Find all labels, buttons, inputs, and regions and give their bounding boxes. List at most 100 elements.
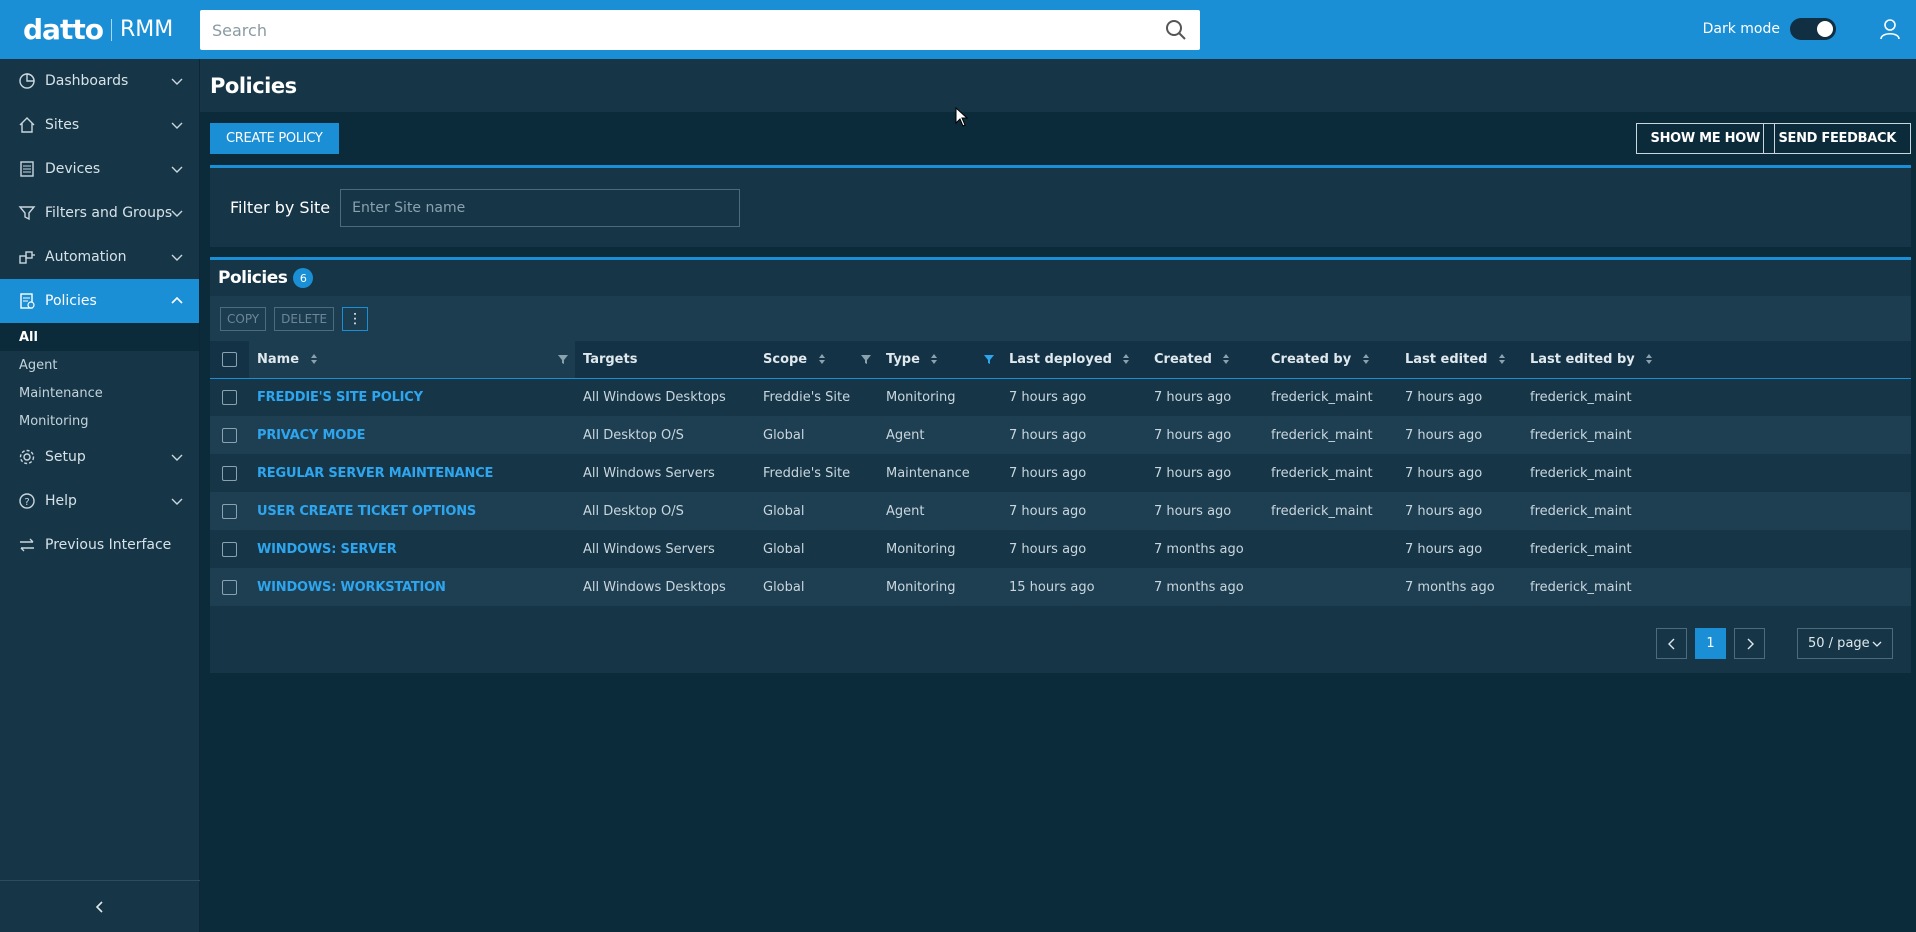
row-select-cell — [210, 416, 249, 454]
page-1-button[interactable]: 1 — [1695, 628, 1726, 659]
table-toolbar: COPY DELETE ⋮ — [210, 296, 1911, 341]
subnav-item-agent[interactable]: Agent — [0, 351, 199, 379]
user-icon[interactable] — [1878, 17, 1902, 41]
table-row[interactable]: WINDOWS: SERVER All Windows Servers Global… — [210, 530, 1911, 568]
policy-name-link[interactable]: WINDOWS: WORKSTATION — [249, 568, 575, 606]
sort-icon[interactable] — [310, 353, 318, 365]
sort-icon[interactable] — [1122, 353, 1130, 365]
subnav-item-monitoring[interactable]: Monitoring — [0, 407, 199, 435]
row-checkbox[interactable] — [222, 465, 237, 481]
sort-icon[interactable] — [1362, 353, 1370, 365]
pagination: 1 50 / page — [1656, 628, 1893, 659]
row-checkbox[interactable] — [222, 541, 237, 557]
delete-button[interactable]: DELETE — [274, 306, 335, 331]
cell-last-edited: 7 hours ago — [1405, 389, 1483, 405]
previous-page-button[interactable] — [1656, 628, 1687, 659]
chevron-left-icon — [95, 900, 103, 913]
sidebar-item-setup[interactable]: Setup — [0, 435, 199, 479]
dark-mode-toggle[interactable] — [1790, 18, 1836, 40]
collapse-sidebar-button[interactable] — [0, 880, 200, 932]
next-page-button[interactable] — [1734, 628, 1765, 659]
select-all-checkbox[interactable] — [222, 351, 237, 367]
sidebar-item-help[interactable]: ? Help — [0, 479, 199, 523]
more-options-button[interactable]: ⋮ — [342, 306, 369, 331]
cell-type: Monitoring — [886, 389, 956, 405]
sort-icon[interactable] — [1498, 353, 1506, 365]
cell-targets: All Windows Servers — [583, 465, 715, 481]
sort-icon[interactable] — [930, 353, 938, 365]
cell-targets: All Windows Desktops — [583, 389, 726, 405]
table-row[interactable]: REGULAR SERVER MAINTENANCE All Windows Se… — [210, 454, 1911, 492]
sort-icon[interactable] — [818, 353, 826, 365]
cell-last-deployed: 7 hours ago — [1009, 389, 1087, 405]
policies-table-panel: Policies 6 COPY DELETE ⋮ Name Targets Sc… — [210, 257, 1911, 673]
table-row[interactable]: FREDDIE'S SITE POLICY All Windows Desktop… — [210, 378, 1911, 416]
sort-icon[interactable] — [1222, 353, 1230, 365]
sidebar-item-filters-and-groups[interactable]: Filters and Groups — [0, 191, 199, 235]
search-input[interactable] — [212, 20, 1164, 40]
column-header-last-edited[interactable]: Last edited — [1397, 341, 1522, 378]
copy-button[interactable]: COPY — [220, 306, 267, 331]
row-checkbox[interactable] — [222, 579, 237, 595]
filter-icon[interactable] — [557, 353, 569, 365]
sidebar-item-policies[interactable]: Policies — [0, 279, 199, 323]
cell-targets: All Desktop O/S — [583, 503, 684, 519]
sidebar-item-label: Policies — [45, 293, 97, 309]
filter-active-icon[interactable] — [983, 353, 995, 365]
sidebar-item-previous-interface[interactable]: Previous Interface — [0, 523, 199, 567]
column-header-scope[interactable]: Scope — [755, 341, 878, 378]
sidebar-item-devices[interactable]: Devices — [0, 147, 199, 191]
cell-targets: All Windows Servers — [583, 541, 715, 557]
sort-icon[interactable] — [1645, 353, 1653, 365]
sidebar-item-automation[interactable]: Automation — [0, 235, 199, 279]
sidebar-item-label: Filters and Groups — [45, 205, 173, 221]
site-name-input[interactable] — [340, 188, 741, 227]
row-checkbox[interactable] — [222, 503, 237, 519]
chevron-down-icon — [171, 454, 183, 461]
create-policy-button[interactable]: CREATE POLICY — [210, 123, 339, 154]
column-header-last-deployed[interactable]: Last deployed — [1001, 341, 1146, 378]
sidebar-item-sites[interactable]: Sites — [0, 103, 199, 147]
column-label: Type — [886, 351, 920, 367]
dark-mode-control: Dark mode — [1703, 18, 1836, 40]
dashboard-icon — [19, 73, 35, 89]
subnav-item-all[interactable]: All — [0, 323, 199, 351]
row-checkbox[interactable] — [222, 427, 237, 443]
page-size-value: 50 / page — [1808, 636, 1870, 651]
column-header-created-by[interactable]: Created by — [1263, 341, 1397, 378]
table-row[interactable]: WINDOWS: WORKSTATION All Windows Desktops… — [210, 568, 1911, 606]
sidebar-item-label: Setup — [45, 449, 86, 465]
policy-icon — [20, 293, 35, 309]
column-header-created[interactable]: Created — [1146, 341, 1263, 378]
page-size-select[interactable]: 50 / page — [1797, 628, 1893, 659]
sidebar-item-dashboards[interactable]: Dashboards — [0, 59, 199, 103]
column-header-last-edited-by[interactable]: Last edited by — [1522, 341, 1911, 378]
column-header-name[interactable]: Name — [249, 341, 575, 378]
subnav-item-maintenance[interactable]: Maintenance — [0, 379, 199, 407]
send-feedback-button[interactable]: SEND FEEDBACK — [1763, 123, 1911, 154]
cell-last-deployed: 15 hours ago — [1009, 579, 1095, 595]
table-row[interactable]: PRIVACY MODE All Desktop O/S Global Agent 7 … — [210, 416, 1911, 454]
main-content: Policies CREATE POLICY SHOW ME HOW SEND … — [200, 59, 1916, 932]
policy-name-link[interactable]: USER CREATE TICKET OPTIONS — [249, 492, 575, 530]
cell-scope: Global — [763, 427, 805, 443]
top-bar: datto RMM Dark mode — [0, 0, 1916, 59]
search-icon[interactable] — [1164, 18, 1188, 42]
sidebar-item-label: Dashboards — [45, 73, 129, 89]
cell-last-deployed: 7 hours ago — [1009, 465, 1087, 481]
logo[interactable]: datto RMM — [0, 13, 200, 46]
policy-name-link[interactable]: WINDOWS: SERVER — [249, 530, 575, 568]
policy-name-link[interactable]: PRIVACY MODE — [249, 416, 575, 454]
policy-name-link[interactable]: FREDDIE'S SITE POLICY — [249, 378, 575, 416]
column-header-targets: Targets — [575, 341, 755, 378]
show-me-how-button[interactable]: SHOW ME HOW — [1635, 123, 1775, 154]
row-checkbox[interactable] — [222, 389, 237, 405]
filter-icon[interactable] — [860, 353, 872, 365]
table-row[interactable]: USER CREATE TICKET OPTIONS All Desktop O/… — [210, 492, 1911, 530]
chevron-down-icon — [171, 166, 183, 173]
policies-table: Name Targets Scope Type Last deployed Cr… — [210, 341, 1911, 606]
cell-created-by: frederick_maint — [1271, 389, 1373, 405]
policy-name-link[interactable]: REGULAR SERVER MAINTENANCE — [249, 454, 575, 492]
sidebar-item-label: Sites — [45, 117, 80, 133]
column-header-type[interactable]: Type — [878, 341, 1001, 378]
